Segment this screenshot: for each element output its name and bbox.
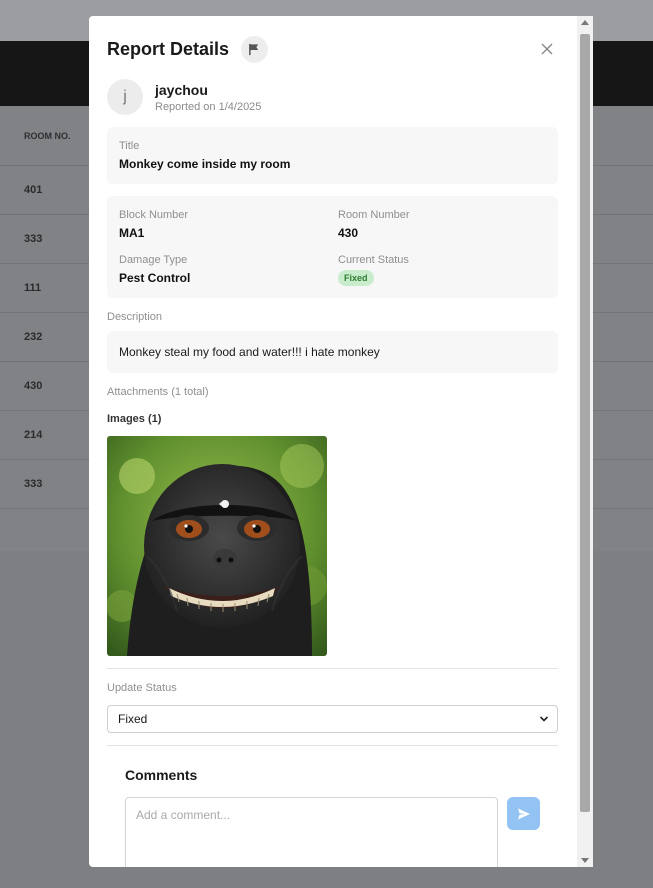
modal-header: Report Details — [107, 34, 558, 64]
title-label: Title — [119, 140, 140, 152]
reporter-text: jaychou Reported on 1/4/2025 — [155, 81, 261, 113]
details-card: Block Number MA1 Room Number 430 Damage … — [107, 196, 558, 298]
scroll-up-arrow-icon[interactable] — [581, 20, 589, 25]
attachments-label: Attachments (1 total) — [107, 386, 209, 398]
comment-input[interactable]: Add a comment... — [125, 797, 498, 867]
damage-type-value: Pest Control — [119, 271, 191, 285]
close-icon — [541, 43, 553, 55]
flag-icon — [249, 43, 259, 55]
reported-date: Reported on 1/4/2025 — [155, 101, 262, 113]
send-comment-button[interactable] — [507, 797, 540, 830]
room-number-field: Room Number 430 — [338, 209, 410, 240]
title-value: Monkey come inside my room — [119, 157, 291, 171]
current-status-label: Current Status — [338, 254, 409, 266]
update-status-label: Update Status — [107, 682, 177, 694]
send-icon — [517, 808, 530, 819]
flag-button[interactable] — [241, 35, 269, 63]
damage-type-label: Damage Type — [119, 254, 188, 266]
divider-bottom — [107, 745, 558, 746]
attachment-image-monkey[interactable] — [107, 436, 327, 656]
room-number-value: 430 — [338, 226, 359, 240]
avatar: j — [107, 79, 143, 115]
reporter-name: jaychou — [155, 82, 208, 98]
status-badge: Fixed — [338, 270, 374, 286]
update-status-selected: Fixed — [118, 712, 148, 726]
block-number-label: Block Number — [119, 209, 189, 221]
chevron-down-icon — [539, 716, 549, 722]
modal-title: Report Details — [107, 38, 230, 59]
monkey-photo — [107, 436, 327, 656]
modal-scrollbar[interactable] — [577, 16, 593, 867]
modal-content: Report Details j jaychou Reported on 1/4… — [107, 16, 558, 867]
description-text: Monkey steal my food and water!!! i hate… — [107, 331, 558, 373]
divider-top — [107, 668, 558, 669]
title-card: Title Monkey come inside my room — [107, 127, 558, 184]
images-label: Images (1) — [107, 413, 162, 425]
reporter-info: j jaychou Reported on 1/4/2025 — [107, 79, 261, 115]
update-status-select[interactable]: Fixed — [107, 705, 558, 733]
description-label: Description — [107, 311, 163, 323]
comments-title: Comments — [125, 767, 198, 783]
scroll-thumb[interactable] — [580, 34, 590, 812]
report-details-modal: Report Details j jaychou Reported on 1/4… — [89, 16, 593, 867]
block-number-value: MA1 — [119, 226, 145, 240]
current-status-field: Current Status Fixed — [338, 254, 409, 286]
close-button[interactable] — [536, 38, 558, 60]
room-number-label: Room Number — [338, 209, 410, 221]
block-number-field: Block Number MA1 — [119, 209, 188, 240]
scroll-down-arrow-icon[interactable] — [581, 858, 589, 863]
damage-type-field: Damage Type Pest Control — [119, 254, 190, 285]
